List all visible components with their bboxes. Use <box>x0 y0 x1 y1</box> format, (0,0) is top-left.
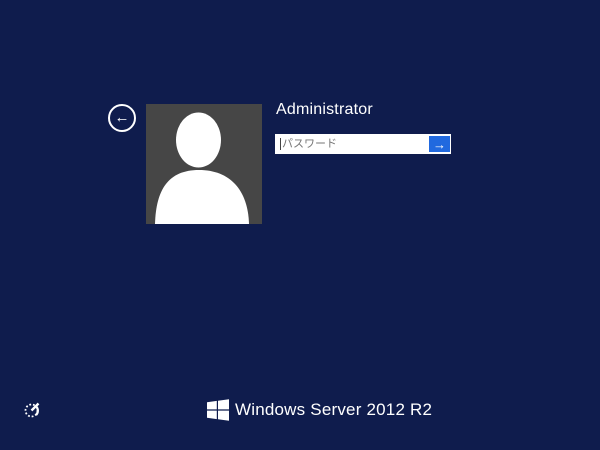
windows-logo-icon <box>207 399 229 421</box>
password-field-container: → <box>275 134 451 154</box>
user-silhouette-icon <box>146 104 262 224</box>
back-button[interactable]: ← <box>108 104 136 132</box>
submit-arrow-icon: → <box>433 138 446 151</box>
username-label: Administrator <box>276 101 373 119</box>
brand-text: Windows Server 2012 R2 <box>235 400 432 420</box>
ease-of-access-button[interactable] <box>22 399 42 419</box>
login-screen: ← Administrator → Windows Server 2012 R2 <box>0 0 600 450</box>
submit-button[interactable]: → <box>429 136 450 152</box>
user-avatar <box>146 104 262 224</box>
ease-of-access-icon <box>24 401 41 418</box>
password-input[interactable] <box>275 134 451 154</box>
back-arrow-icon: ← <box>115 110 130 125</box>
text-caret <box>280 138 281 150</box>
footer-brand: Windows Server 2012 R2 <box>207 398 432 422</box>
